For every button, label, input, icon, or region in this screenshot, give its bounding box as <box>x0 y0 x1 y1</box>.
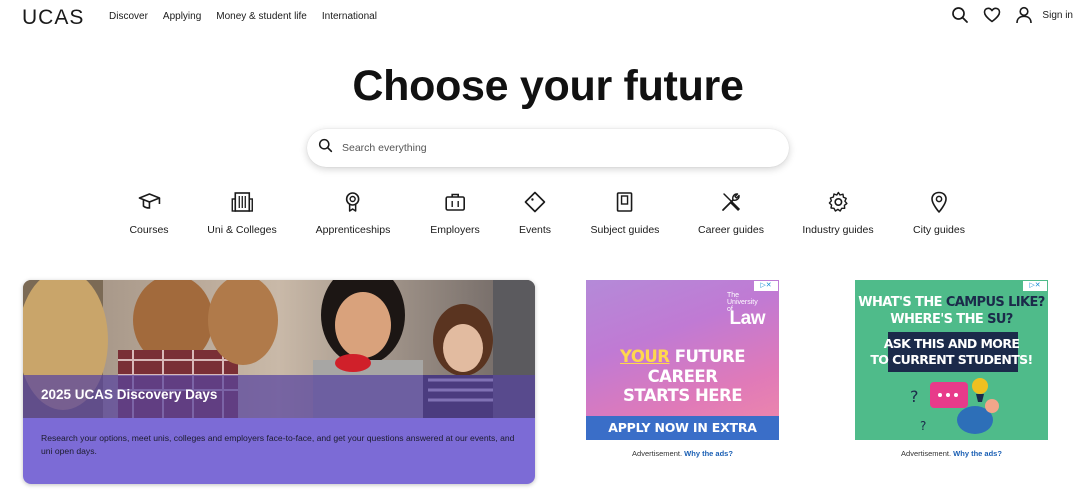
sign-in-link[interactable]: Sign in <box>1015 6 1073 24</box>
ad-headline-line2: CAREER <box>647 367 718 386</box>
category-uni-colleges[interactable]: Uni & Colleges <box>207 190 277 236</box>
search-bar[interactable] <box>307 129 789 167</box>
ad-cta-bar[interactable]: APPLY NOW IN EXTRA <box>586 416 779 440</box>
why-the-ads-link[interactable]: Why the ads? <box>684 449 733 458</box>
ad-disclosure: Advertisement. Why the ads? <box>586 449 779 458</box>
category-links: Courses Uni & Colleges Apprenticeships E… <box>0 190 1080 250</box>
category-label: Employers <box>430 224 480 236</box>
nav-international[interactable]: International <box>322 11 377 22</box>
card-description: Research your options, meet unis, colleg… <box>41 433 515 456</box>
page-title: Choose your future <box>352 62 744 110</box>
category-label: Courses <box>129 224 169 236</box>
sign-in-label: Sign in <box>1042 9 1073 21</box>
advertisement-campus[interactable]: ▷✕ WHAT'S THE CAMPUS LIKE? WHERE'S THE S… <box>855 280 1048 440</box>
gear-icon <box>828 191 848 212</box>
category-label: Apprenticeships <box>315 224 391 236</box>
category-employers[interactable]: Employers <box>430 190 480 236</box>
category-label: Career guides <box>698 224 764 236</box>
briefcase-icon <box>445 193 465 211</box>
search-icon[interactable] <box>951 6 969 24</box>
why-the-ads-link[interactable]: Why the ads? <box>953 449 1002 458</box>
ad-label: Advertisement. <box>901 449 952 458</box>
category-label: Industry guides <box>802 224 874 236</box>
ucas-logo[interactable]: UCAS <box>22 6 84 30</box>
card-title: 2025 UCAS Discovery Days <box>41 387 218 402</box>
ticket-icon <box>524 191 546 213</box>
ad2-line2-b: SU? <box>987 312 1013 327</box>
book-icon <box>617 192 633 212</box>
ad-headline-line3: STARTS HERE <box>622 386 743 405</box>
heart-icon[interactable] <box>983 6 1001 24</box>
adchoices-icon[interactable]: ▷✕ <box>754 281 778 291</box>
search-input[interactable] <box>342 142 742 154</box>
category-subject-guides[interactable]: Subject guides <box>590 190 660 236</box>
nav-money-student-life[interactable]: Money & student life <box>216 11 307 22</box>
tools-icon <box>722 193 741 212</box>
ad2-illustration: ? ? <box>910 378 999 434</box>
category-city-guides[interactable]: City guides <box>913 190 965 236</box>
category-courses[interactable]: Courses <box>129 190 169 236</box>
rosette-icon <box>346 192 360 212</box>
ad-label: Advertisement. <box>632 449 683 458</box>
ad-disclosure: Advertisement. Why the ads? <box>855 449 1048 458</box>
top-header: UCAS Discover Applying Money & student l… <box>0 0 1080 36</box>
adchoices-icon[interactable]: ▷✕ <box>1023 281 1047 291</box>
ad2-line2-a: WHERE'S THE <box>890 312 988 327</box>
ad2-line1: WHAT'S THE CAMPUS LIKE? <box>855 295 1048 310</box>
category-label: Subject guides <box>590 224 660 236</box>
card-title-band: 2025 UCAS Discovery Days <box>23 375 535 419</box>
category-career-guides[interactable]: Career guides <box>698 190 764 236</box>
user-icon <box>1015 6 1033 24</box>
card-body: Research your options, meet unis, colleg… <box>23 418 535 484</box>
ad2-line1-b: CAMPUS LIKE? <box>945 295 1046 310</box>
svg-text:?: ? <box>920 419 926 433</box>
category-industry-guides[interactable]: Industry guides <box>802 190 874 236</box>
ad-headline-line1: YOUR FUTURE <box>586 347 779 366</box>
category-label: Events <box>518 224 552 236</box>
ad2-line4: TO CURRENT STUDENTS! <box>870 352 1033 367</box>
advertisement-university-of-law[interactable]: ▷✕ The University of Law YOUR FUTURE CAR… <box>586 280 779 440</box>
category-label: City guides <box>913 224 965 236</box>
category-events[interactable]: Events <box>519 190 551 236</box>
svg-text:?: ? <box>910 387 919 406</box>
main-nav: Discover Applying Money & student life I… <box>109 11 377 22</box>
ad2-line1-a: WHAT'S THE <box>858 295 946 310</box>
category-apprenticeships[interactable]: Apprenticeships <box>315 190 391 236</box>
search-icon <box>318 138 333 158</box>
mortarboard-icon <box>138 193 160 209</box>
discovery-days-card[interactable]: 2025 UCAS Discovery Days Research your o… <box>23 280 535 484</box>
ad2-line3: ASK THIS AND MORE <box>883 336 1020 351</box>
category-label: Uni & Colleges <box>207 224 277 236</box>
nav-discover[interactable]: Discover <box>109 11 148 22</box>
ad-headline-emphasis: YOUR <box>619 347 670 366</box>
nav-applying[interactable]: Applying <box>163 11 201 22</box>
map-pin-icon <box>931 191 947 213</box>
ad-brand: Law <box>729 308 766 329</box>
building-icon <box>231 192 253 212</box>
ad2-line2: WHERE'S THE SU? <box>855 312 1048 327</box>
header-actions: Sign in <box>951 6 1073 24</box>
ad-headline-rest: FUTURE <box>669 347 746 366</box>
